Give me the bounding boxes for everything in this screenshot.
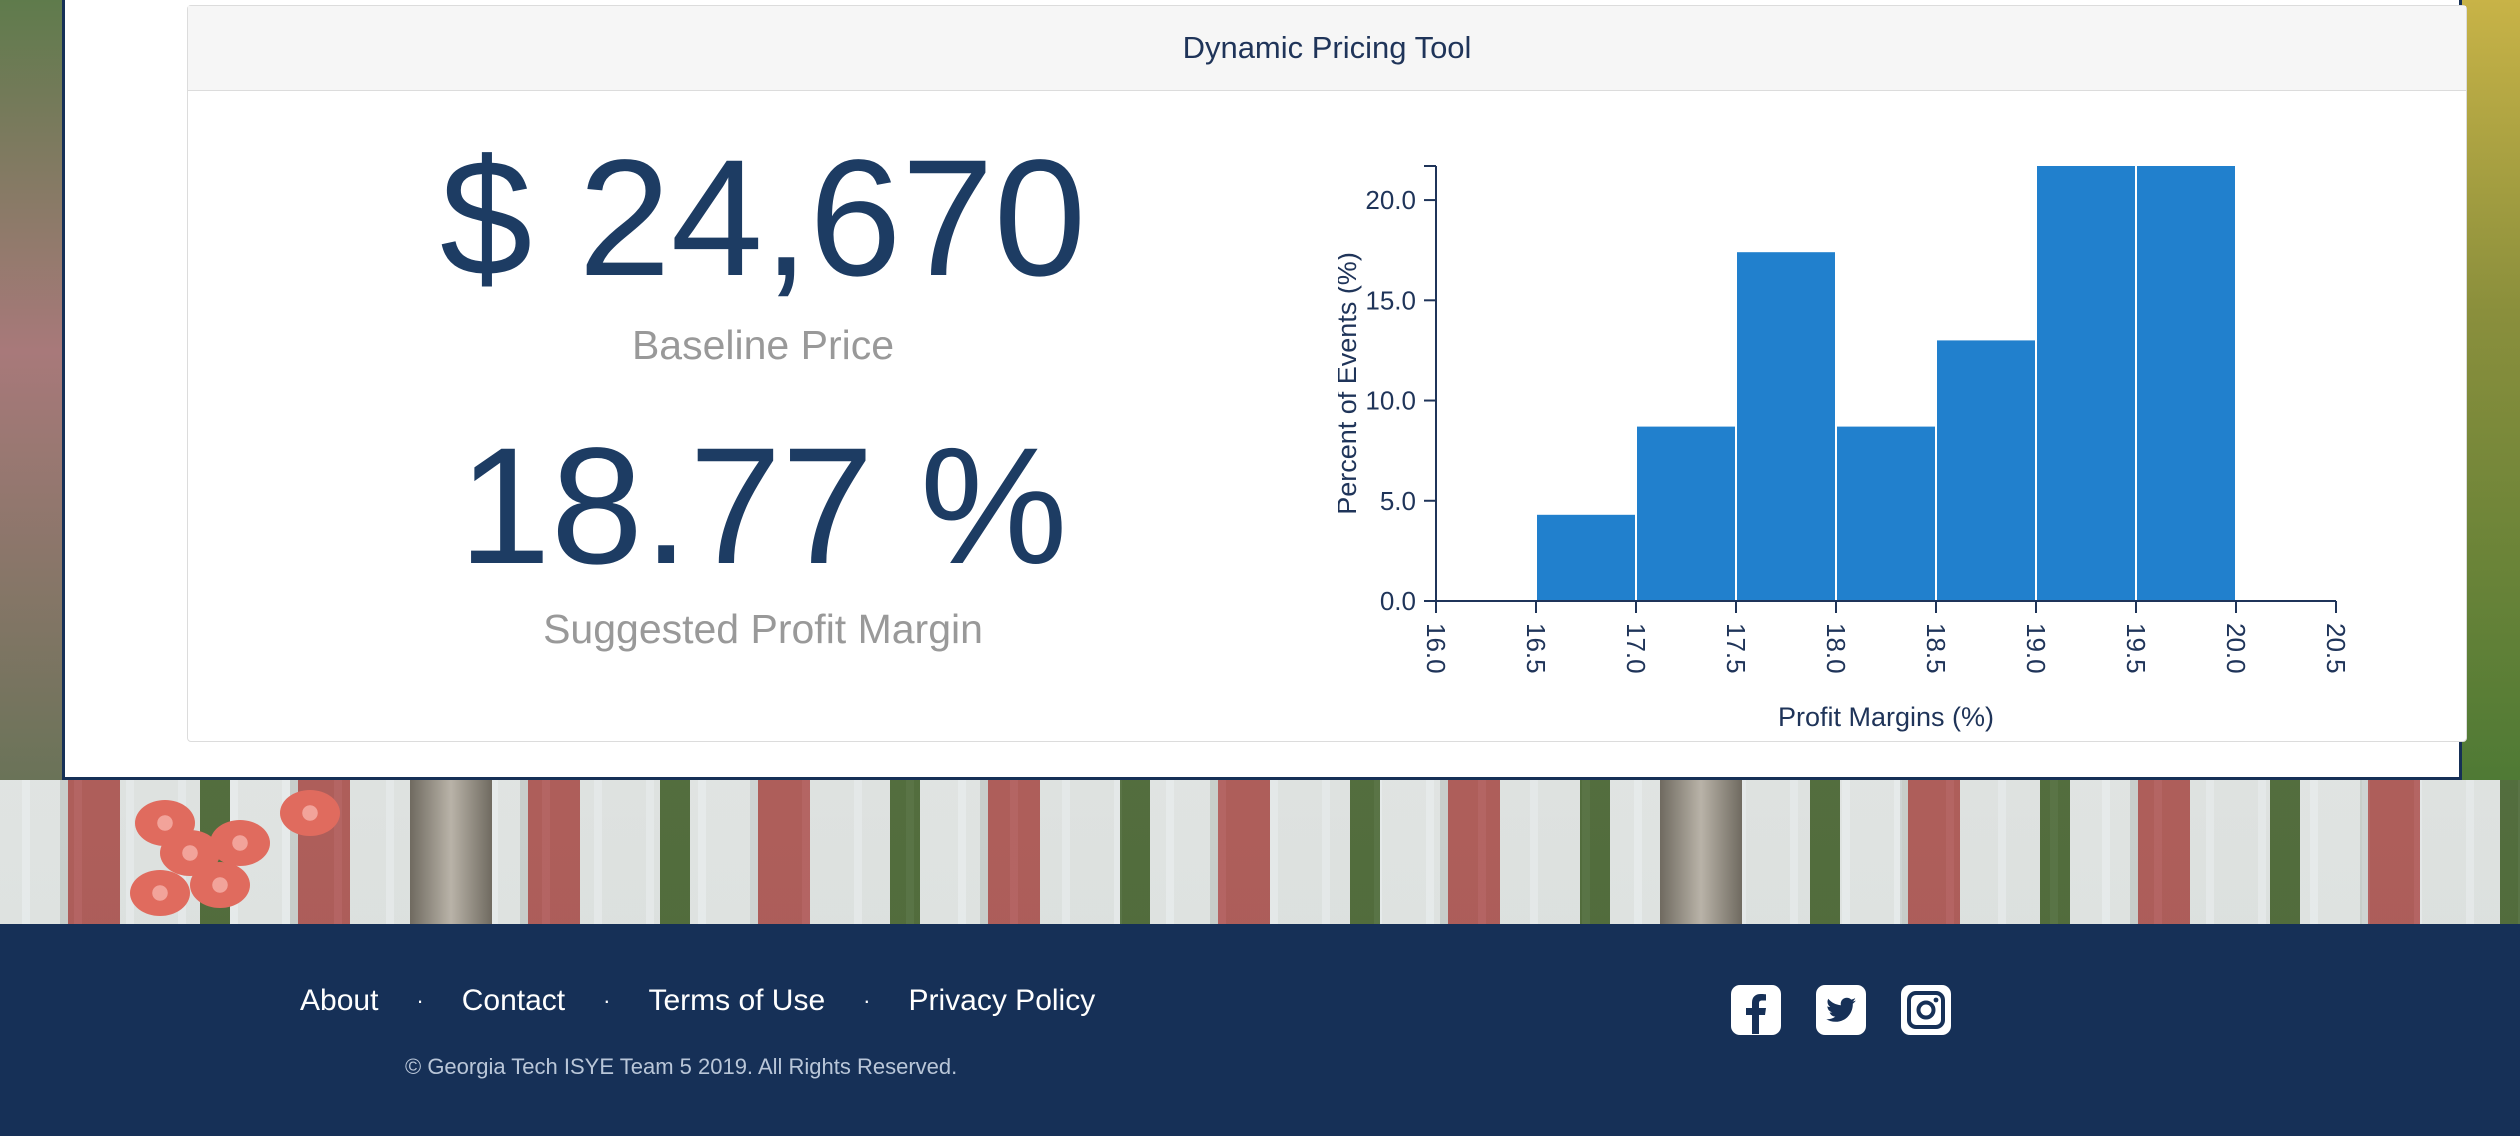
y-tick-label: 5.0 [1380, 486, 1416, 516]
footer-links: About · Contact · Terms of Use · Privacy… [300, 984, 1095, 1018]
instagram-icon[interactable] [1900, 984, 1952, 1036]
histogram-bar [2037, 166, 2135, 601]
copyright-text: © Georgia Tech ISYE Team 5 2019. All Rig… [405, 1054, 958, 1079]
footer-link-contact[interactable]: Contact [462, 984, 565, 1018]
x-tick-label: 18.0 [1821, 623, 1851, 674]
parasol-decoration [190, 862, 250, 908]
pricing-card: Dynamic Pricing Tool $ 24,670 Baseline P… [187, 5, 2467, 742]
footer-link-terms[interactable]: Terms of Use [648, 984, 825, 1018]
profit-margin-label: Suggested Profit Margin [543, 606, 983, 652]
footer: About · Contact · Terms of Use · Privacy… [0, 924, 2520, 1136]
x-tick-label: 19.5 [2121, 623, 2151, 674]
background-left-edge [0, 0, 62, 780]
baseline-price-value: $ 24,670 [439, 126, 1087, 311]
parasol-decoration [280, 790, 340, 836]
x-tick-label: 17.0 [1621, 623, 1651, 674]
y-tick-label: 10.0 [1365, 386, 1416, 416]
x-tick-label: 18.5 [1921, 623, 1951, 674]
pillar-decoration [1660, 780, 1742, 924]
profit-margin-value: 18.77 % [458, 414, 1068, 599]
facebook-icon[interactable] [1730, 984, 1782, 1036]
footer-separator: · [603, 988, 611, 1013]
parasol-decoration [210, 820, 270, 866]
y-tick-label: 0.0 [1380, 586, 1416, 616]
parasol-decoration [130, 870, 190, 916]
histogram-bar [1737, 252, 1835, 601]
histogram-bar [2137, 166, 2235, 601]
histogram-bar [1537, 514, 1635, 601]
x-tick-label: 16.5 [1521, 623, 1551, 674]
footer-separator: · [863, 988, 871, 1013]
baseline-price-label: Baseline Price [631, 322, 895, 368]
y-axis-title: Percent of Events (%) [1338, 252, 1362, 515]
x-tick-label: 17.5 [1721, 623, 1751, 674]
card-title: Dynamic Pricing Tool [1182, 30, 1472, 65]
x-tick-label: 20.0 [2221, 623, 2251, 674]
background-right-edge [2462, 0, 2520, 780]
x-axis-title: Profit Margins (%) [1778, 702, 1994, 732]
y-tick-label: 15.0 [1365, 285, 1416, 315]
x-tick-label: 16.0 [1421, 623, 1451, 674]
profit-margin-histogram: 0.0 5.0 10.0 15.0 20.0 16.0 16.5 17.0 17.5 18.0 18… [1338, 165, 2351, 732]
y-tick-label: 20.0 [1365, 185, 1416, 215]
histogram-bar [1937, 340, 2035, 601]
histogram-bar [1637, 426, 1735, 601]
x-tick-label: 20.5 [2321, 623, 2351, 674]
twitter-icon[interactable] [1815, 984, 1867, 1036]
footer-link-privacy[interactable]: Privacy Policy [909, 984, 1096, 1018]
card-header: Dynamic Pricing Tool [188, 6, 2466, 91]
footer-link-about[interactable]: About [300, 984, 378, 1018]
x-tick-label: 19.0 [2021, 623, 2051, 674]
histogram-bar [1837, 426, 1935, 601]
content-frame: Dynamic Pricing Tool $ 24,670 Baseline P… [62, 0, 2467, 780]
pillar-decoration [410, 780, 492, 924]
footer-separator: · [416, 988, 424, 1013]
